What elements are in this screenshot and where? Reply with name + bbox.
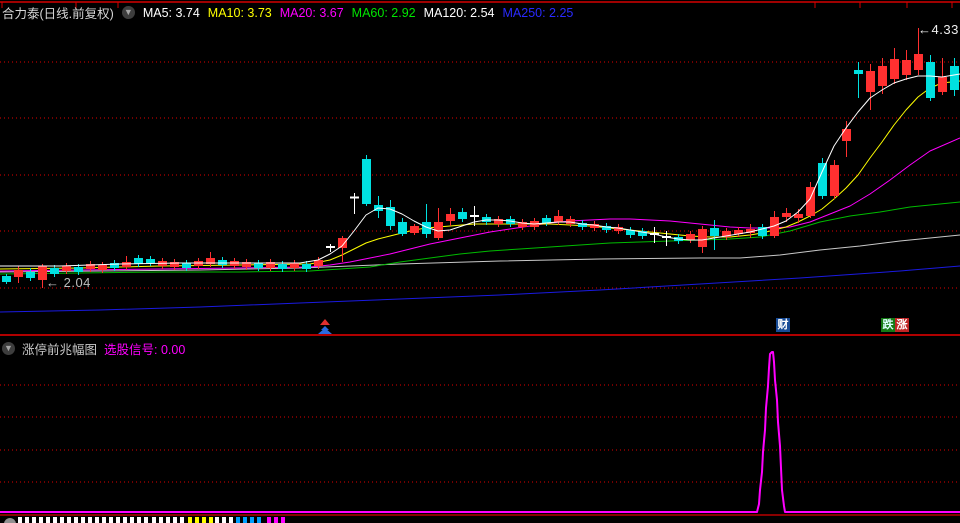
chevron-down-icon[interactable]: ▼ — [2, 342, 15, 355]
pyramid-marker-icon[interactable] — [316, 318, 334, 335]
ma60-label: MA60: 2.92 — [351, 5, 416, 20]
ma120-label: MA120: 2.54 — [423, 5, 495, 20]
badge-finance[interactable]: 财 — [776, 318, 790, 332]
main-chart-header: 合力泰(日线.前复权) ▼ MA5: 3.74 MA10: 3.73 MA20:… — [2, 3, 573, 22]
stock-title: 合力泰(日线.前复权) — [2, 7, 114, 21]
indicator-title: 涨停前兆幅图 — [22, 343, 98, 357]
trading-app-window: { "header": { "title": "合力泰(日线.前复权)", "c… — [0, 0, 960, 523]
chevron-down-icon[interactable]: ▼ — [121, 6, 135, 19]
chart-canvas[interactable] — [0, 0, 960, 523]
indicator-panel-header: ▼ 涨停前兆幅图 选股信号: 0.00 — [2, 339, 185, 358]
low-price-annotation: ← 2.04 — [46, 275, 91, 290]
high-price-annotation: ←4.33 — [918, 22, 959, 37]
ma250-label: MA250: 2.25 — [502, 5, 574, 20]
badge-rise[interactable]: 涨 — [895, 318, 909, 332]
signal-value-label: 选股信号: 0.00 — [104, 343, 186, 357]
ma10-label: MA10: 3.73 — [207, 5, 272, 20]
pyramid-top — [320, 319, 330, 325]
ma5-label: MA5: 3.74 — [142, 5, 200, 20]
badge-fall[interactable]: 跌 — [881, 318, 895, 332]
pyramid-base — [318, 328, 332, 334]
ma20-label: MA20: 3.67 — [279, 5, 344, 20]
